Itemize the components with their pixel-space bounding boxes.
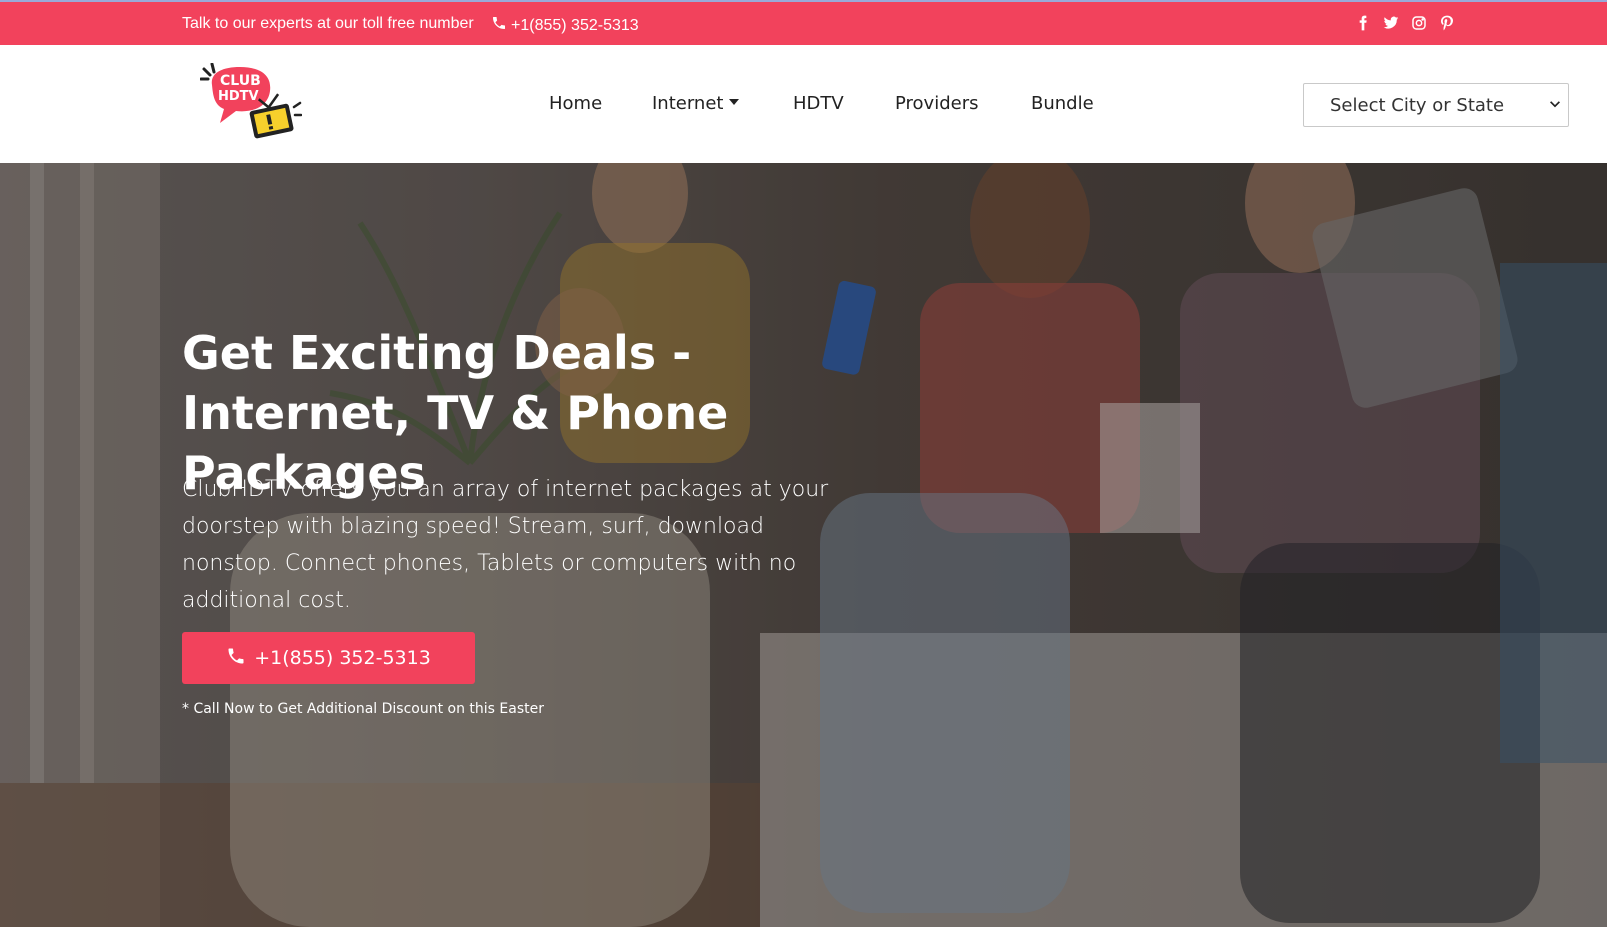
club-hdtv-logo[interactable]: CLUB HDTV <box>199 62 303 145</box>
top-phone-number: +1(855) 352-5313 <box>511 16 639 34</box>
nav-home[interactable]: Home <box>549 93 602 114</box>
caret-down-icon <box>729 99 740 105</box>
pinterest-icon[interactable] <box>1439 15 1455 31</box>
city-state-select[interactable]: Select City or State <box>1303 83 1569 127</box>
nav-hdtv[interactable]: HDTV <box>793 93 844 114</box>
nav-bundle[interactable]: Bundle <box>1031 93 1094 114</box>
call-now-button[interactable]: +1(855) 352-5313 <box>182 632 475 684</box>
nav-home-label: Home <box>549 93 603 114</box>
top-phone-link[interactable]: +1(855) 352-5313 <box>491 15 639 36</box>
hero-section: Get Exciting Deals - Internet, TV & Phon… <box>0 163 1607 927</box>
nav-internet-dropdown[interactable]: Internet <box>652 93 740 114</box>
logo-text-hdtv: HDTV <box>218 89 259 104</box>
nav-internet-label: Internet <box>652 93 724 114</box>
hero-description: ClubHDTV offers you an array of internet… <box>182 477 829 613</box>
instagram-icon[interactable] <box>1411 15 1427 31</box>
city-state-select-value: Select City or State <box>1330 94 1505 116</box>
discount-note: * Call Now to Get Additional Discount on… <box>182 701 544 717</box>
nav-bundle-label: Bundle <box>1031 93 1094 114</box>
social-links <box>1355 15 1455 31</box>
twitter-icon[interactable] <box>1383 15 1399 31</box>
main-navbar: CLUB HDTV Home Internet HDTV Providers B… <box>0 45 1607 163</box>
phone-icon <box>226 646 246 671</box>
phone-icon <box>491 15 507 36</box>
top-bar: Talk to our experts at our toll free num… <box>0 0 1607 45</box>
toll-free-message: Talk to our experts at our toll free num… <box>182 15 474 32</box>
chevron-down-icon <box>1550 101 1560 108</box>
logo-text-club: CLUB <box>220 73 261 89</box>
nav-hdtv-label: HDTV <box>793 93 844 114</box>
nav-providers[interactable]: Providers <box>895 93 979 114</box>
nav-providers-label: Providers <box>895 93 979 114</box>
facebook-icon[interactable] <box>1355 15 1371 31</box>
call-now-number: +1(855) 352-5313 <box>254 647 431 669</box>
